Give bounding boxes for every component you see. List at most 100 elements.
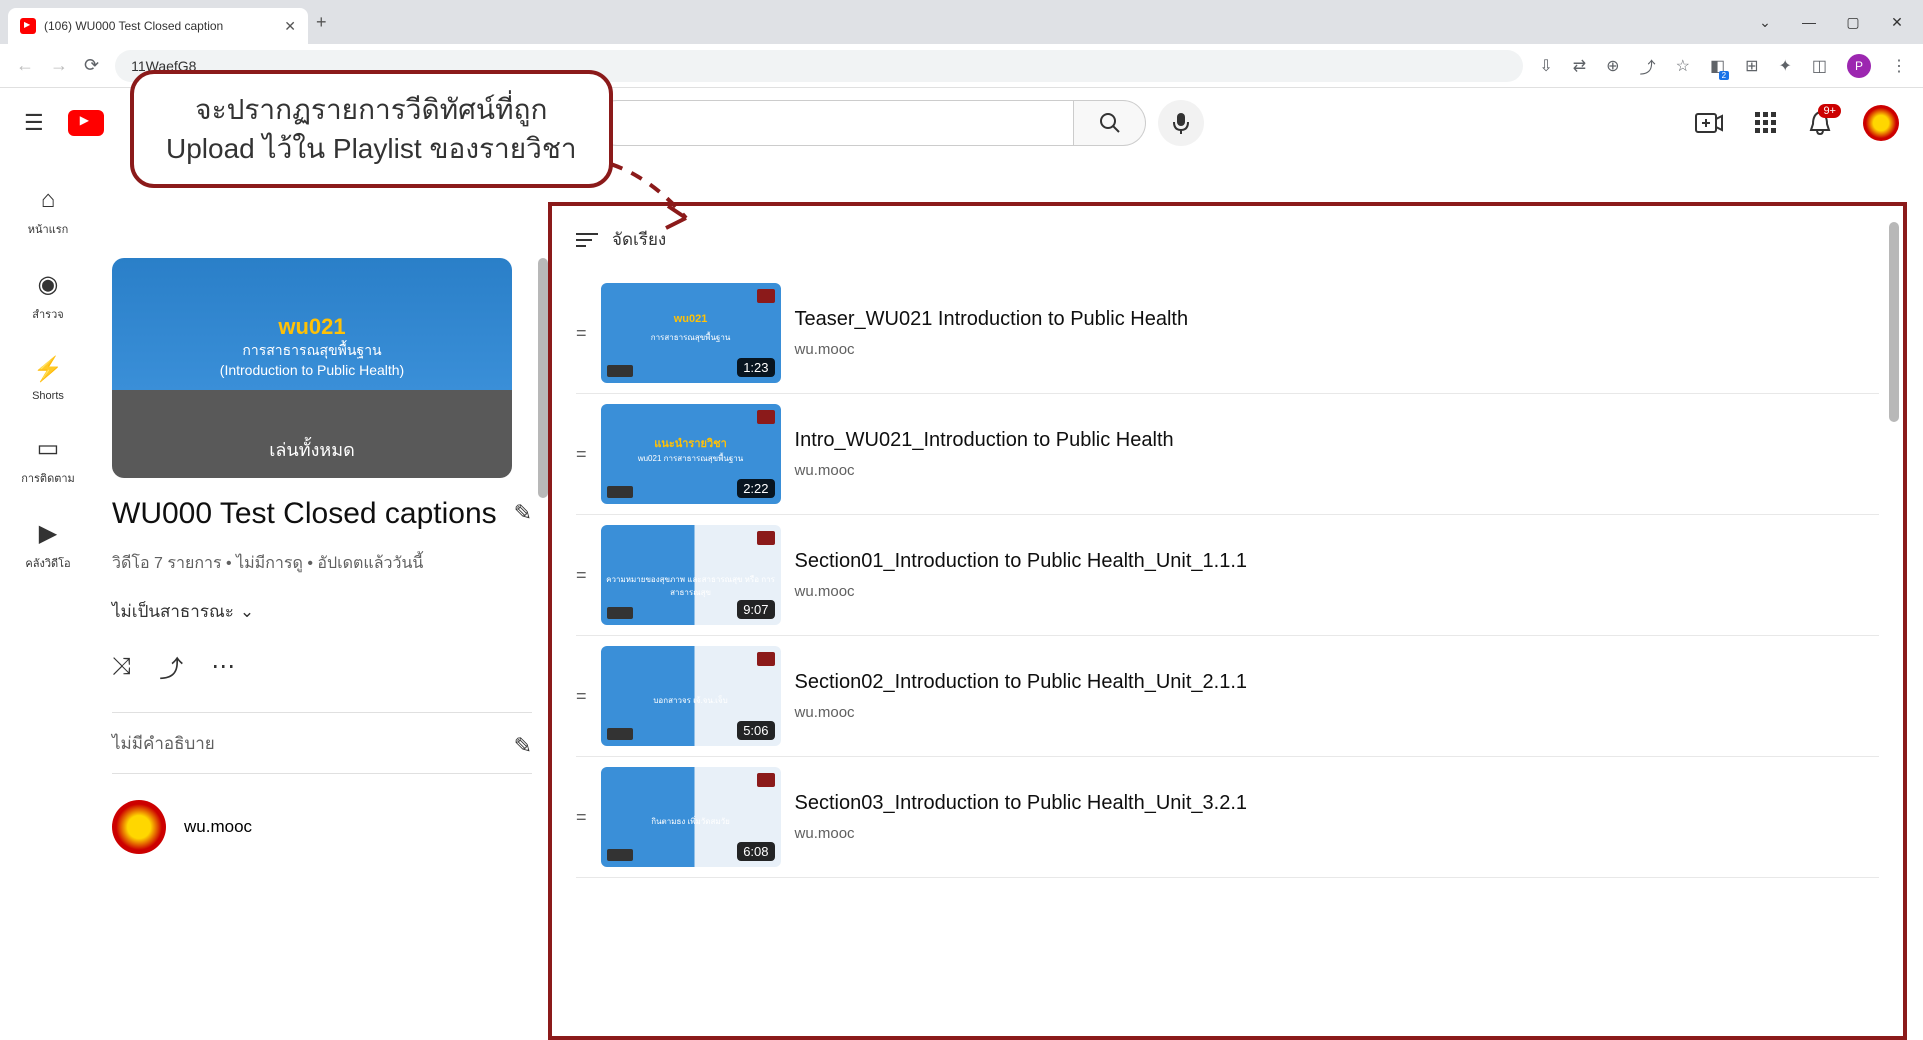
- chevron-down-icon[interactable]: ⌄: [1755, 14, 1775, 31]
- youtube-logo-icon[interactable]: [68, 110, 104, 136]
- video-list-panel: จัดเรียง = wu021การสาธารณสุขพื้นฐาน1:23 Te…: [548, 202, 1907, 1040]
- video-channel: wu.mooc: [795, 462, 1879, 479]
- video-title: Section03_Introduction to Public Health_…: [795, 792, 1879, 815]
- video-item[interactable]: = แนะนำรายวิชาwu021 การสาธารณสุขพื้นฐาน2:…: [576, 394, 1879, 515]
- video-title: Section02_Introduction to Public Health_…: [795, 671, 1879, 694]
- video-thumbnail[interactable]: wu021การสาธารณสุขพื้นฐาน1:23: [601, 283, 781, 383]
- video-thumbnail[interactable]: ความหมายของสุขภาพ และสาธารณสุข หรือ การส…: [601, 525, 781, 625]
- video-duration: 5:06: [737, 721, 774, 740]
- sort-button[interactable]: จัดเรียง: [576, 226, 1879, 253]
- search-button[interactable]: [1074, 100, 1146, 146]
- cc-badge-icon: [607, 486, 633, 498]
- edit-description-icon[interactable]: ✎: [514, 733, 532, 759]
- video-duration: 1:23: [737, 358, 774, 377]
- mic-icon: [1172, 112, 1190, 134]
- bookmark-icon[interactable]: ☆: [1676, 56, 1690, 76]
- video-thumbnail[interactable]: กินตามธง เพิ่มวัดสมวัย6:08: [601, 767, 781, 867]
- compass-icon: ◉: [38, 270, 59, 299]
- maximize-icon[interactable]: ▢: [1843, 14, 1863, 31]
- hamburger-icon[interactable]: ☰: [24, 110, 44, 136]
- playlist-meta: วิดีโอ 7 รายการ • ไม่มีการดู • อัปเดตแล้…: [112, 551, 532, 576]
- notification-badge: 9+: [1818, 104, 1841, 118]
- reload-button[interactable]: ⟳: [84, 55, 99, 76]
- sidebar-item-home[interactable]: ⌂หน้าแรก: [0, 170, 96, 254]
- play-all-label: เล่นทั้งหมด: [112, 435, 512, 464]
- video-channel: wu.mooc: [795, 583, 1879, 600]
- video-title: Intro_WU021_Introduction to Public Healt…: [795, 429, 1879, 452]
- tab-close-icon[interactable]: ✕: [284, 18, 296, 35]
- video-title: Teaser_WU021 Introduction to Public Heal…: [795, 308, 1879, 331]
- extension-icon[interactable]: ◧2: [1710, 56, 1725, 76]
- sidepanel-icon[interactable]: ◫: [1812, 56, 1827, 76]
- shorts-icon: ⚡: [33, 355, 63, 384]
- cc-badge-icon: [607, 849, 633, 861]
- tab-title: (106) WU000 Test Closed caption: [44, 19, 276, 33]
- share-icon[interactable]: ⤴: [159, 649, 183, 684]
- video-item[interactable]: = บอกสาวจร เจ้.จน.เจ็บ5:06 Section02_Intro…: [576, 636, 1879, 757]
- cc-badge-icon: [607, 728, 633, 740]
- user-avatar[interactable]: [1863, 105, 1899, 141]
- playlist-description: ไม่มีคำอธิบาย: [112, 730, 514, 757]
- puzzle-icon[interactable]: ✦: [1778, 56, 1791, 76]
- browser-tab[interactable]: (106) WU000 Test Closed caption ✕: [8, 8, 308, 44]
- drag-handle-icon[interactable]: =: [576, 565, 587, 586]
- drag-handle-icon[interactable]: =: [576, 686, 587, 707]
- more-menu-icon[interactable]: ⋯: [211, 652, 235, 681]
- video-thumbnail[interactable]: บอกสาวจร เจ้.จน.เจ็บ5:06: [601, 646, 781, 746]
- scrollbar[interactable]: [538, 258, 548, 498]
- drag-handle-icon[interactable]: =: [576, 807, 587, 828]
- playlist-hero-thumbnail[interactable]: wu021 การสาธารณสุขพื้นฐาน (Introduction …: [112, 258, 512, 478]
- channel-link[interactable]: wu.mooc: [112, 800, 532, 854]
- zoom-icon[interactable]: ⊕: [1606, 56, 1619, 76]
- chevron-down-icon: ⌄: [240, 602, 254, 622]
- notifications-icon[interactable]: 9+: [1809, 110, 1831, 136]
- video-duration: 2:22: [737, 479, 774, 498]
- install-icon[interactable]: ⇩: [1539, 56, 1552, 76]
- search-icon: [1098, 111, 1122, 135]
- window-controls: ⌄ — ▢ ✕: [1755, 14, 1915, 31]
- channel-name: wu.mooc: [184, 817, 252, 837]
- translate-icon[interactable]: ⇄: [1573, 56, 1586, 76]
- forward-button[interactable]: →: [50, 55, 68, 76]
- video-title: Section01_Introduction to Public Health_…: [795, 550, 1879, 573]
- playlist-info-panel: wu021 การสาธารณสุขพื้นฐาน (Introduction …: [112, 158, 532, 1040]
- annotation-callout: จะปรากฏรายการวีดิทัศน์ที่ถูก Upload ไว้ใ…: [130, 70, 613, 188]
- minimize-icon[interactable]: —: [1799, 14, 1819, 31]
- sidebar-item-library[interactable]: ▶คลังวิดีโอ: [0, 503, 96, 588]
- profile-avatar[interactable]: P: [1847, 54, 1871, 78]
- apps-grid-icon[interactable]: [1755, 112, 1777, 134]
- video-item[interactable]: = ความหมายของสุขภาพ และสาธารณสุข หรือ การ…: [576, 515, 1879, 636]
- main-content: ⌂หน้าแรก ◉สำรวจ ⚡Shorts ▭การติดตาม ▶คลัง…: [0, 158, 1923, 1040]
- scrollbar[interactable]: [1889, 222, 1899, 422]
- cc-badge-icon: [607, 365, 633, 377]
- video-duration: 9:07: [737, 600, 774, 619]
- video-channel: wu.mooc: [795, 341, 1879, 358]
- create-icon[interactable]: [1695, 113, 1723, 133]
- privacy-dropdown[interactable]: ไม่เป็นสาธารณะ⌄: [112, 598, 532, 625]
- menu-dots-icon[interactable]: ⋮: [1891, 56, 1907, 76]
- drag-handle-icon[interactable]: =: [576, 323, 587, 344]
- back-button[interactable]: ←: [16, 55, 34, 76]
- video-thumbnail[interactable]: แนะนำรายวิชาwu021 การสาธารณสุขพื้นฐาน2:2…: [601, 404, 781, 504]
- video-item[interactable]: = กินตามธง เพิ่มวัดสมวัย6:08 Section03_Int…: [576, 757, 1879, 878]
- shuffle-icon[interactable]: ⤨: [112, 653, 131, 681]
- edit-title-icon[interactable]: ✎: [514, 500, 532, 526]
- video-channel: wu.mooc: [795, 704, 1879, 721]
- channel-avatar: [112, 800, 166, 854]
- drag-handle-icon[interactable]: =: [576, 444, 587, 465]
- home-icon: ⌂: [41, 186, 56, 214]
- new-tab-button[interactable]: +: [316, 12, 327, 33]
- voice-search-button[interactable]: [1158, 100, 1204, 146]
- youtube-favicon-icon: [20, 18, 36, 34]
- subscriptions-icon: ▭: [37, 434, 60, 463]
- video-channel: wu.mooc: [795, 825, 1879, 842]
- sidebar-item-shorts[interactable]: ⚡Shorts: [0, 339, 96, 418]
- video-duration: 6:08: [737, 842, 774, 861]
- close-window-icon[interactable]: ✕: [1887, 14, 1907, 31]
- sidebar-item-subscriptions[interactable]: ▭การติดตาม: [0, 418, 96, 503]
- share-icon[interactable]: ⤴: [1640, 54, 1656, 78]
- video-item[interactable]: = wu021การสาธารณสุขพื้นฐาน1:23 Teaser_WU02…: [576, 273, 1879, 394]
- extension2-icon[interactable]: ⊞: [1745, 56, 1758, 76]
- browser-tab-bar: (106) WU000 Test Closed caption ✕ + ⌄ — …: [0, 0, 1923, 44]
- sidebar-item-explore[interactable]: ◉สำรวจ: [0, 254, 96, 339]
